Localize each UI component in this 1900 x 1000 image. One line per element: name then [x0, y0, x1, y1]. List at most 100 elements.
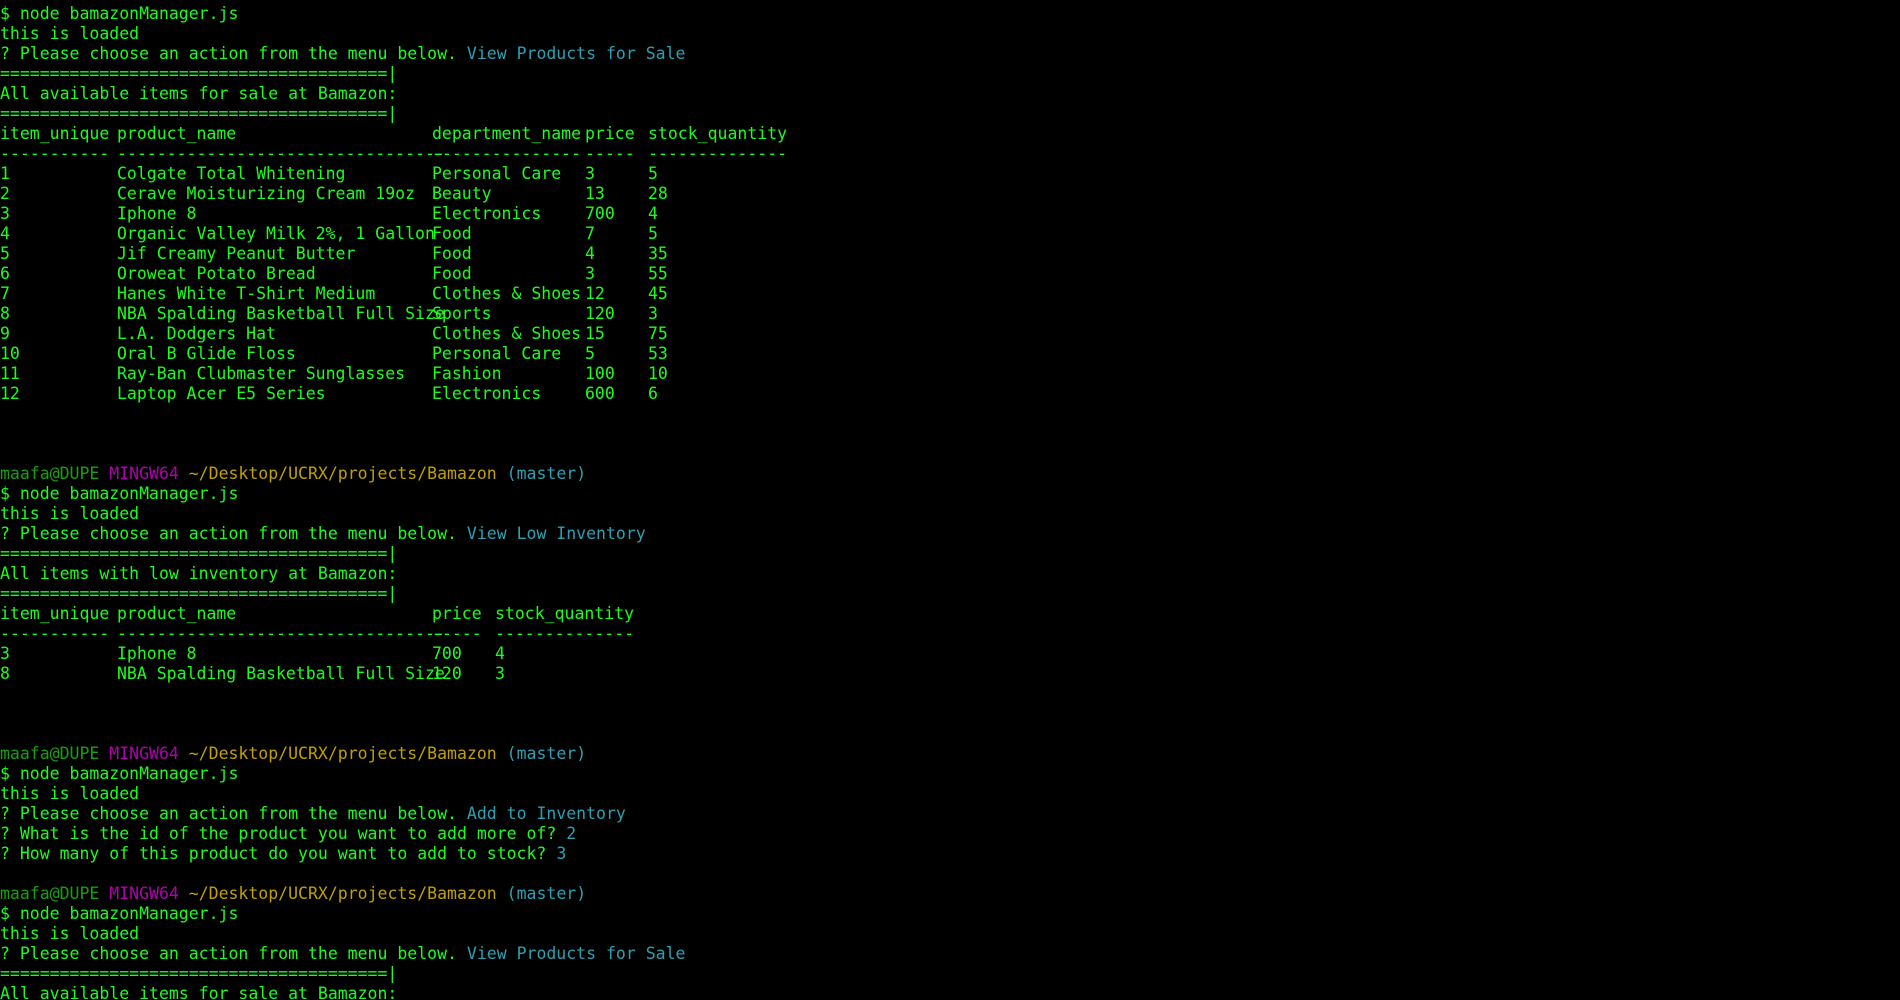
quantity-question-line: ? How many of this product do you want t…	[0, 844, 1900, 864]
table-cell: Iphone 8	[117, 644, 197, 663]
table-cell: 3	[585, 164, 595, 183]
column-underline: -----	[585, 144, 635, 163]
table-header-row: item_unique product_name price stock_quanti…	[0, 604, 1900, 624]
command-line: $ node bamazonManager.js	[0, 4, 239, 23]
table-heading: All available items for sale at Bamazon:	[0, 84, 398, 103]
id-question-line: ? What is the id of the product you want…	[0, 824, 1900, 844]
column-header: department_name	[432, 124, 582, 143]
prompt-branch: (master)	[506, 464, 587, 483]
question-text: ? Please choose an action from the menu …	[0, 944, 457, 963]
output-line: this is loaded	[0, 924, 140, 943]
table-cell: 4	[495, 644, 505, 663]
column-underline: -----------	[0, 144, 110, 163]
separator-line: =======================================|	[0, 584, 398, 603]
question-text: ? Please choose an action from the menu …	[0, 804, 457, 823]
separator-line: =======================================|	[0, 104, 398, 123]
table-cell: 2	[0, 184, 10, 203]
separator-line: =======================================|	[0, 64, 398, 83]
table-cell: Organic Valley Milk 2%, 1 Gallon	[117, 224, 435, 243]
menu-question-line: ? Please choose an action from the menu …	[0, 44, 1900, 64]
table-row: 9 L.A. Dodgers Hat Clothes & Shoes 15 75	[0, 324, 1900, 344]
table-cell: 55	[648, 264, 668, 283]
table-heading: All available items for sale at Bamazon:	[0, 984, 398, 1000]
table-cell: NBA Spalding Basketball Full Size	[117, 304, 445, 323]
table-row: 8 NBA Spalding Basketball Full Size 120 3	[0, 664, 1900, 684]
selected-answer: Add to Inventory	[466, 804, 626, 823]
column-header: price	[432, 604, 482, 623]
table-cell: 12	[585, 284, 605, 303]
question-text: ? Please choose an action from the menu …	[0, 44, 457, 63]
column-underline: --------------	[495, 624, 635, 643]
shell-prompt: maafa@DUPE MINGW64 ~/Desktop/UCRX/projec…	[0, 884, 1900, 904]
column-header: stock_quantity	[495, 604, 635, 623]
column-header: stock_quantity	[648, 124, 788, 143]
output-line: this is loaded	[0, 24, 140, 43]
table-cell: 7	[585, 224, 595, 243]
table-cell: 120	[432, 664, 462, 683]
table-cell: Colgate Total Whitening	[117, 164, 346, 183]
table-cell: 1	[0, 164, 10, 183]
table-cell: 11	[0, 364, 20, 383]
table-row: 8 NBA Spalding Basketball Full Size Sports…	[0, 304, 1900, 324]
table-cell: 10	[648, 364, 668, 383]
command-line: $ node bamazonManager.js	[0, 764, 239, 783]
separator-line: =======================================|	[0, 964, 398, 983]
table-cell: 600	[585, 384, 615, 403]
table-underline-row: ----------- -----------------------------…	[0, 144, 1900, 164]
table-row: 3 Iphone 8 Electronics 700 4	[0, 204, 1900, 224]
table-cell: 28	[648, 184, 668, 203]
table-cell: 45	[648, 284, 668, 303]
question-text: ? Please choose an action from the menu …	[0, 524, 457, 543]
prompt-user-host: maafa@DUPE	[0, 884, 100, 903]
table-cell: 10	[0, 344, 20, 363]
table-cell: 13	[585, 184, 605, 203]
output-line: this is loaded	[0, 504, 140, 523]
table-cell: NBA Spalding Basketball Full Size	[117, 664, 445, 683]
separator-line: =======================================|	[0, 544, 398, 563]
table-row: 4 Organic Valley Milk 2%, 1 Gallon Food 7 5	[0, 224, 1900, 244]
selected-answer: View Products for Sale	[466, 944, 686, 963]
table-cell: 3	[495, 664, 505, 683]
table-cell: Food	[432, 264, 472, 283]
table-cell: Beauty	[432, 184, 492, 203]
table-cell: 75	[648, 324, 668, 343]
table-cell: 6	[648, 384, 658, 403]
column-header: product_name	[117, 124, 237, 143]
prompt-env: MINGW64	[109, 884, 179, 903]
output-line: this is loaded	[0, 784, 140, 803]
table-cell: 5	[648, 224, 658, 243]
shell-prompt: maafa@DUPE MINGW64 ~/Desktop/UCRX/projec…	[0, 744, 1900, 764]
table-row: 7 Hanes White T-Shirt Medium Clothes & Sho…	[0, 284, 1900, 304]
prompt-env: MINGW64	[109, 744, 179, 763]
table-row: 10 Oral B Glide Floss Personal Care 5 53	[0, 344, 1900, 364]
prompt-user-host: maafa@DUPE	[0, 464, 100, 483]
table-cell: Sports	[432, 304, 492, 323]
table-underline-row: ----------- -----------------------------…	[0, 624, 1900, 644]
table-cell: Laptop Acer E5 Series	[117, 384, 326, 403]
prompt-path: ~/Desktop/UCRX/projects/Bamazon	[188, 884, 497, 903]
table-cell: Clothes & Shoes	[432, 324, 582, 343]
menu-question-line: ? Please choose an action from the menu …	[0, 804, 1900, 824]
table-cell: 4	[585, 244, 595, 263]
table-cell: Personal Care	[432, 164, 562, 183]
column-underline: ---------------------------------	[117, 624, 445, 643]
column-underline: --------------	[648, 144, 788, 163]
table-row: 3 Iphone 8 700 4	[0, 644, 1900, 664]
table-cell: Electronics	[432, 384, 542, 403]
prompt-path: ~/Desktop/UCRX/projects/Bamazon	[188, 744, 497, 763]
terminal-window[interactable]: $ node bamazonManager.js this is loaded …	[0, 4, 1900, 1000]
command-line: $ node bamazonManager.js	[0, 904, 239, 923]
table-cell: 120	[585, 304, 615, 323]
table-header-row: item_unique product_name department_name pr…	[0, 124, 1900, 144]
table-cell: Oral B Glide Floss	[117, 344, 296, 363]
table-cell: Iphone 8	[117, 204, 197, 223]
table-cell: Clothes & Shoes	[432, 284, 582, 303]
table-cell: Cerave Moisturizing Cream 19oz	[117, 184, 416, 203]
column-underline: -----------	[0, 624, 110, 643]
table-cell: L.A. Dodgers Hat	[117, 324, 276, 343]
table-row: 5 Jif Creamy Peanut Butter Food 4 35	[0, 244, 1900, 264]
column-header: item_unique	[0, 124, 110, 143]
column-header: item_unique	[0, 604, 110, 623]
table-row: 1 Colgate Total Whitening Personal Care 3 5	[0, 164, 1900, 184]
prompt-user-host: maafa@DUPE	[0, 744, 100, 763]
